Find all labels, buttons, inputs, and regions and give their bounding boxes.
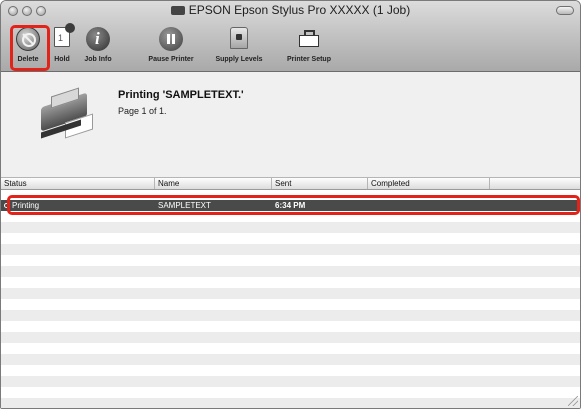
empty-row: [1, 310, 580, 321]
supply-levels-button[interactable]: Supply Levels: [204, 24, 274, 68]
hold-icon: [54, 23, 75, 47]
job-page-progress: Page 1 of 1.: [118, 106, 167, 116]
pause-printer-button-label: Pause Printer: [148, 56, 194, 63]
info-icon: [86, 27, 110, 51]
column-header-sent[interactable]: Sent: [272, 178, 368, 189]
print-queue-window: EPSON Epson Stylus Pro XXXXX (1 Job) Del…: [0, 0, 581, 409]
status-cell-text: Printing: [12, 201, 40, 210]
job-status-pane: Printing 'SAMPLETEXT.' Page 1 of 1.: [1, 72, 580, 177]
column-header-completed[interactable]: Completed: [368, 178, 490, 189]
printer-setup-button-label: Printer Setup: [287, 56, 331, 63]
name-cell: SAMPLETEXT: [158, 201, 211, 210]
printer-setup-button[interactable]: Printer Setup: [277, 24, 341, 68]
toolbar-toggle-button[interactable]: [556, 6, 574, 15]
pause-icon: [159, 27, 183, 51]
empty-row: [1, 398, 580, 408]
status-dot-icon: [4, 203, 9, 208]
empty-row: [1, 244, 580, 255]
hold-button[interactable]: Hold: [49, 23, 75, 68]
window-title: EPSON Epson Stylus Pro XXXXX (1 Job): [188, 3, 411, 17]
status-cell: Printing: [1, 200, 155, 211]
column-header-status[interactable]: Status: [1, 178, 155, 189]
completed-cell: [368, 200, 490, 211]
window-title-bar: EPSON Epson Stylus Pro XXXXX (1 Job): [1, 3, 580, 17]
resize-grip[interactable]: [568, 396, 578, 406]
sent-cell: 6:34 PM: [275, 201, 306, 210]
job-info-button-label: Job Info: [84, 56, 112, 63]
column-header-name[interactable]: Name: [155, 178, 272, 189]
empty-row: [1, 288, 580, 299]
delete-icon: [16, 27, 40, 51]
hold-button-label: Hold: [54, 56, 70, 63]
pause-printer-button[interactable]: Pause Printer: [141, 24, 201, 68]
empty-row: [1, 222, 580, 233]
job-table: Status Name Sent Completed Printing SAMP…: [1, 177, 580, 408]
delete-button[interactable]: Delete: [13, 24, 43, 68]
supply-levels-icon: [230, 27, 248, 49]
delete-button-label: Delete: [17, 56, 39, 63]
empty-row: [1, 354, 580, 365]
printer-setup-icon: [297, 27, 321, 49]
empty-row: [1, 332, 580, 343]
empty-row: [1, 266, 580, 277]
toolbar: EPSON Epson Stylus Pro XXXXX (1 Job) Del…: [1, 1, 580, 72]
printer-icon: [170, 6, 185, 15]
supply-levels-button-label: Supply Levels: [215, 56, 263, 63]
empty-row: [1, 376, 580, 387]
table-header: Status Name Sent Completed: [1, 177, 580, 190]
job-status-text: Printing 'SAMPLETEXT.': [118, 89, 244, 101]
job-info-button[interactable]: Job Info: [81, 24, 115, 68]
hold-badge-icon: [65, 23, 75, 33]
printer-image-icon: [37, 87, 97, 139]
table-row[interactable]: Printing SAMPLETEXT 6:34 PM: [1, 200, 580, 211]
